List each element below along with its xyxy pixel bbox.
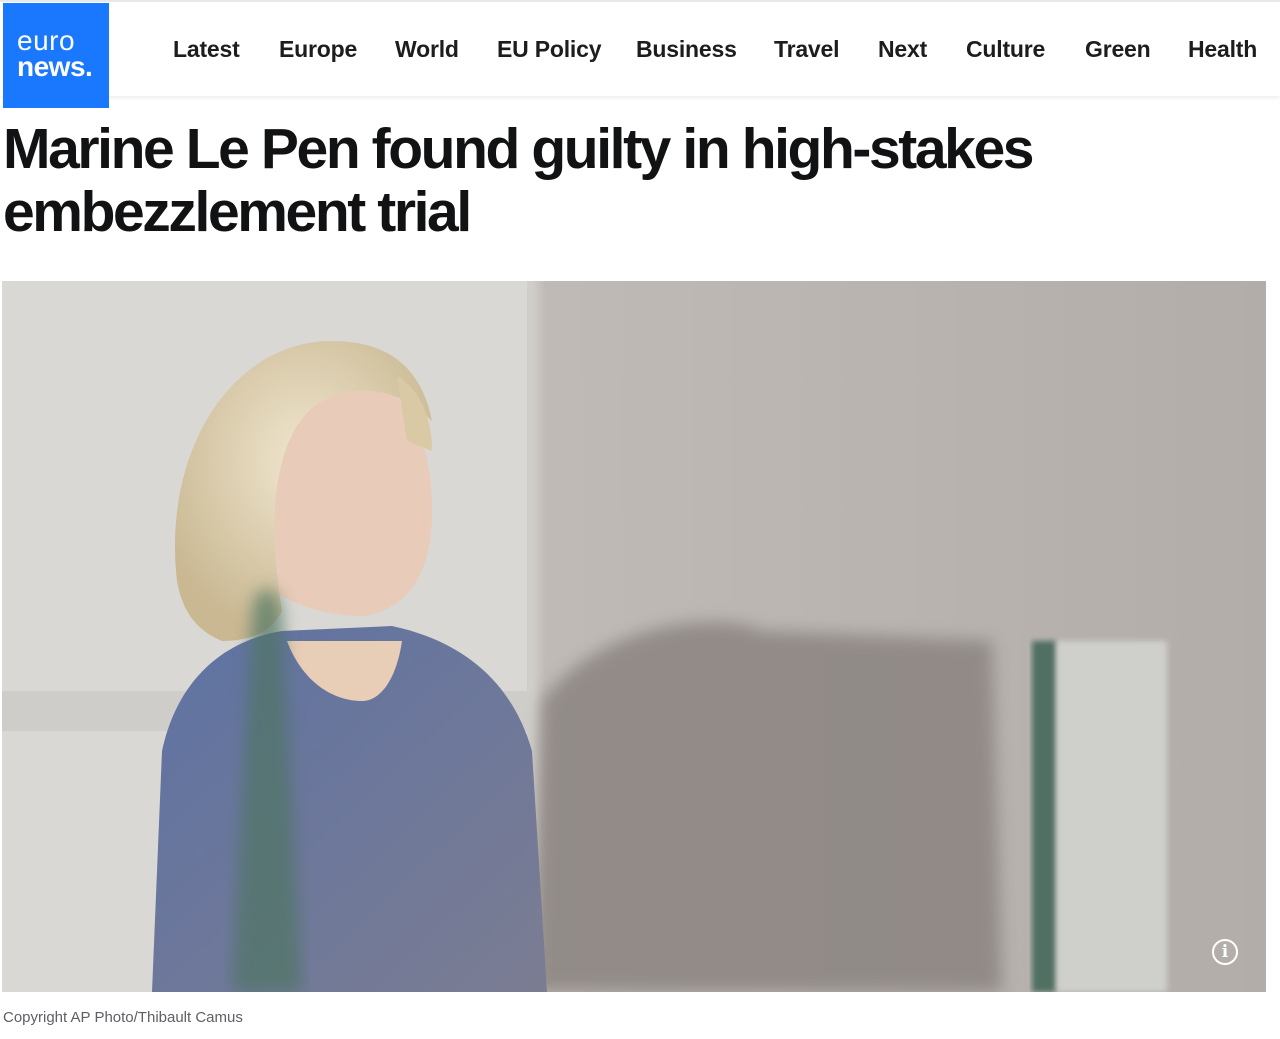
nav-item-next[interactable]: Next (878, 36, 927, 63)
photo-caption: Copyright AP Photo/Thibault Camus (3, 1009, 243, 1026)
article-title: Marine Le Pen found guilty in high-stake… (3, 117, 1034, 244)
nav-item-latest[interactable]: Latest (173, 36, 240, 63)
nav-item-world[interactable]: World (395, 36, 459, 63)
main-nav: Latest Europe World EU Policy Business T… (0, 36, 1280, 66)
nav-item-europe[interactable]: Europe (279, 36, 357, 63)
article-photo: i (2, 281, 1266, 992)
site-header: euro news. Latest Europe World EU Policy… (0, 0, 1280, 108)
nav-item-culture[interactable]: Culture (966, 36, 1045, 63)
nav-item-health[interactable]: Health (1188, 36, 1257, 63)
nav-item-eu-policy[interactable]: EU Policy (497, 36, 601, 63)
nav-item-green[interactable]: Green (1085, 36, 1151, 63)
photo-illustration (2, 281, 1266, 992)
euronews-logo[interactable]: euro news. (3, 3, 109, 108)
info-icon[interactable]: i (1212, 939, 1238, 965)
nav-item-travel[interactable]: Travel (774, 36, 839, 63)
nav-item-business[interactable]: Business (636, 36, 737, 63)
logo-news-text: news. (17, 51, 93, 82)
